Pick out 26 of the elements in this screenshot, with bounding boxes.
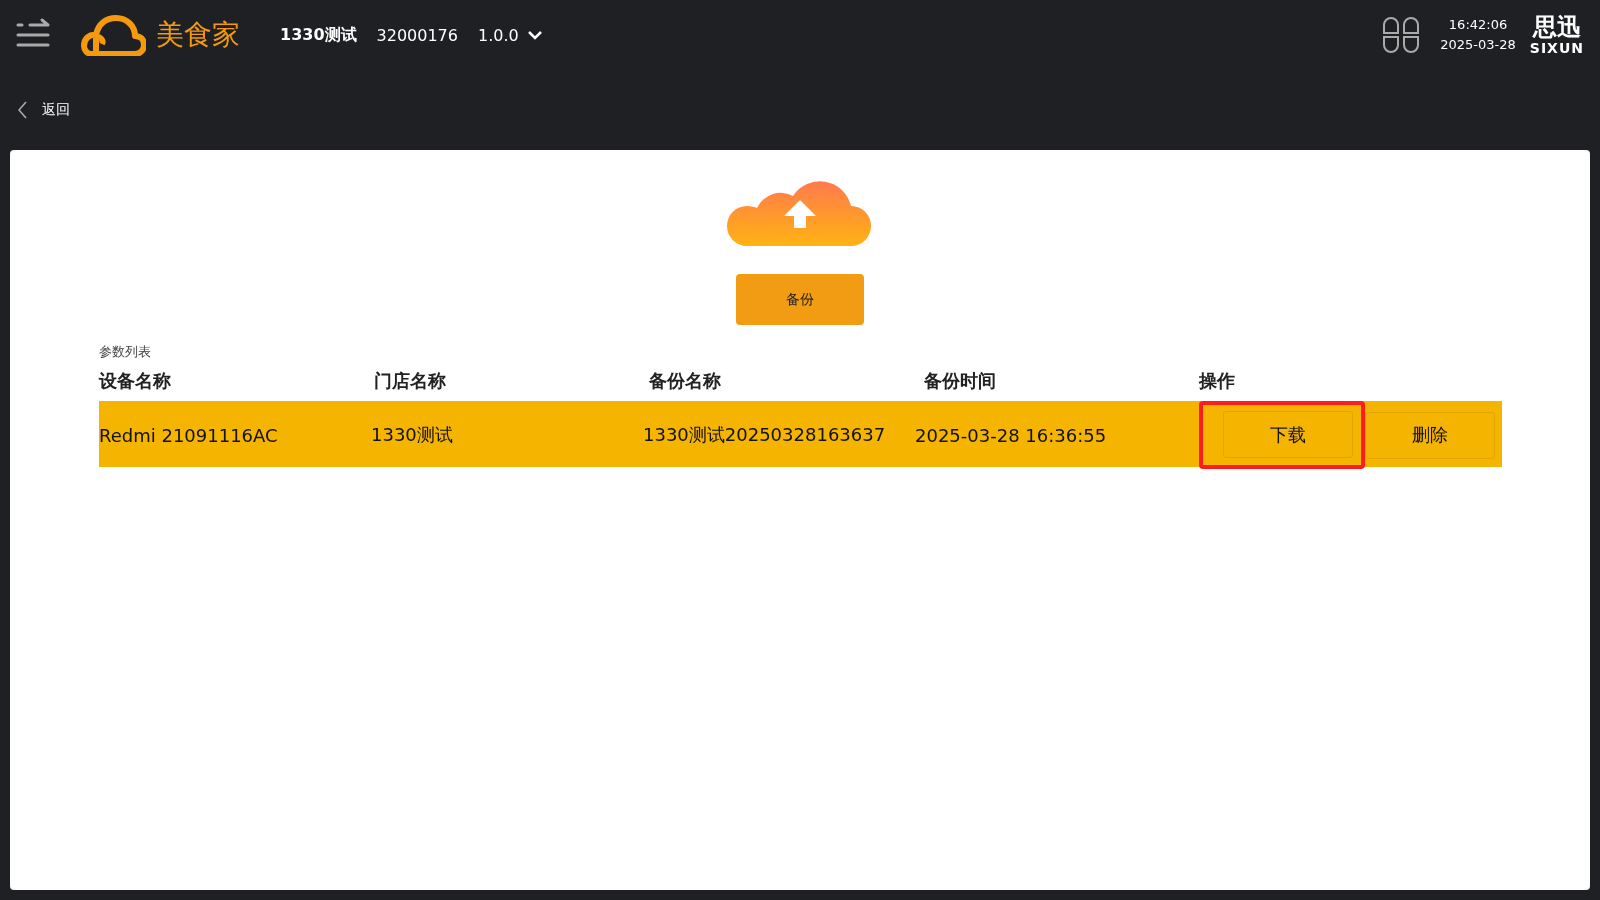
version-dropdown[interactable]: 1.0.0 (477, 25, 543, 45)
table-cell-text: 2025-03-28 16:36:55 (915, 424, 1108, 446)
brand-name: 美食家 (156, 17, 240, 53)
column-header: 设备名称 (99, 369, 172, 393)
store-name: 1330测试 (280, 24, 357, 46)
grid-icon[interactable] (1382, 16, 1421, 54)
chevron-left-icon (18, 101, 28, 119)
action-button[interactable]: 下载 (1223, 411, 1353, 458)
table-cell-text: Redmi 21091116AC (99, 424, 279, 446)
column-header: 备份名称 (649, 369, 722, 393)
column-header: 操作 (1199, 369, 1236, 393)
table-title: 参数列表 (99, 343, 151, 361)
clock-time: 16:42:06 (1448, 16, 1508, 34)
vendor-logo-text: SIXUN (1529, 40, 1584, 56)
back-button[interactable]: 返回 (18, 101, 70, 119)
clock-date: 2025-03-28 (1440, 36, 1516, 54)
column-header: 门店名称 (374, 369, 447, 393)
table-cell-text: 1330测试 (371, 423, 454, 447)
store-code: 32000176 (376, 25, 458, 45)
cloud-logo-icon (78, 14, 146, 56)
chevron-down-icon (526, 30, 543, 40)
column-header: 备份时间 (924, 369, 997, 393)
vendor-logo: 思迅 (1532, 14, 1581, 40)
action-button[interactable]: 删除 (1365, 411, 1495, 459)
backup-button[interactable]: 备份 (736, 274, 864, 325)
table-row[interactable]: Redmi 21091116AC 1330测试 1330测试20250328163637 2025-03-28 16:36:55 下载 删除 (99, 401, 1502, 467)
